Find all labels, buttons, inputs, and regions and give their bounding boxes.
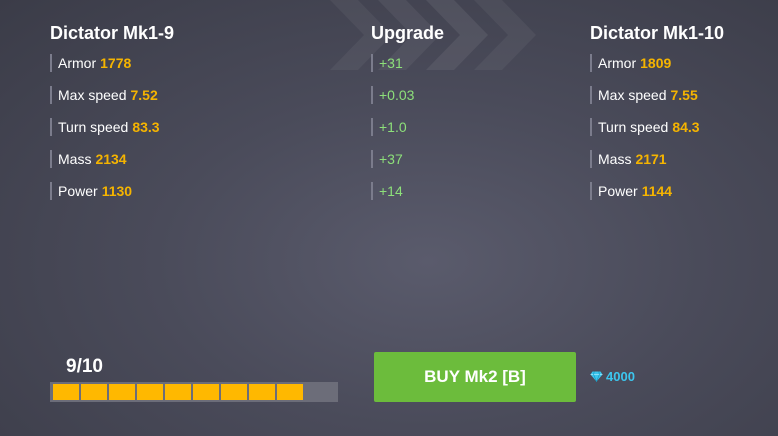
upgrade-column: Upgrade +31 +0.03 +1.0 +37 +14	[371, 22, 444, 214]
stat-value: 1778	[100, 55, 132, 71]
stat-value: 1809	[640, 55, 672, 71]
next-vehicle-title: Dictator Mk1-10	[590, 23, 725, 43]
next-stat-turn-speed: Turn speed 84.3	[590, 118, 724, 136]
stat-label: Armor	[598, 55, 637, 71]
upgrade-row-max-speed: +0.03	[371, 86, 444, 104]
next-stat-power: Power 1144	[590, 182, 724, 200]
next-stat-max-speed: Max speed 7.55	[590, 86, 724, 104]
next-stats-column: Dictator Mk1-10 Armor 1809 Max speed 7.55 …	[590, 22, 724, 214]
current-stat-max-speed: Max speed 7.52	[50, 86, 174, 104]
diamond-icon	[590, 371, 603, 382]
upgrade-value: +1.0	[379, 119, 407, 135]
progress-segment-filled	[193, 384, 219, 400]
upgrade-value: +14	[379, 183, 403, 199]
stat-value: 2171	[635, 151, 667, 167]
progress-segment-filled	[165, 384, 191, 400]
upgrade-row-armor: +31	[371, 54, 444, 72]
stat-label: Turn speed	[58, 119, 129, 135]
stat-label: Max speed	[598, 87, 667, 103]
stat-label: Power	[598, 183, 638, 199]
stat-label: Power	[58, 183, 98, 199]
stat-label: Max speed	[58, 87, 127, 103]
buy-mk2-button[interactable]: BUY Mk2 [B]	[374, 352, 576, 402]
stat-value: 1130	[101, 183, 133, 199]
progress-segment-filled	[137, 384, 163, 400]
upgrade-value: +0.03	[379, 87, 415, 103]
upgrade-title: Upgrade	[371, 23, 445, 43]
progress-segment-empty	[305, 384, 331, 400]
next-stat-armor: Armor 1809	[590, 54, 724, 72]
stat-label: Mass	[58, 151, 92, 167]
stat-value: 1144	[641, 183, 673, 199]
current-stat-turn-speed: Turn speed 83.3	[50, 118, 174, 136]
upgrade-row-mass: +37	[371, 150, 444, 168]
stat-label: Mass	[598, 151, 632, 167]
upgrade-progress-bar	[50, 382, 338, 402]
current-stats-column: Dictator Mk1-9 Armor 1778 Max speed 7.52 T…	[50, 22, 174, 214]
progress-segment-filled	[221, 384, 247, 400]
upgrade-value: +37	[379, 151, 403, 167]
stat-value: 7.55	[670, 87, 698, 103]
current-stat-armor: Armor 1778	[50, 54, 174, 72]
stat-value: 84.3	[672, 119, 700, 135]
progress-segment-filled	[53, 384, 79, 400]
stat-value: 2134	[95, 151, 127, 167]
progress-segment-filled	[81, 384, 107, 400]
price-display: 4000	[590, 369, 635, 384]
stat-value: 83.3	[132, 119, 160, 135]
progress-segment-filled	[249, 384, 275, 400]
current-stat-power: Power 1130	[50, 182, 174, 200]
progress-segment-filled	[277, 384, 303, 400]
next-stat-mass: Mass 2171	[590, 150, 724, 168]
progress-segment-filled	[109, 384, 135, 400]
stat-label: Turn speed	[598, 119, 669, 135]
stat-label: Armor	[58, 55, 97, 71]
stat-value: 7.52	[130, 87, 158, 103]
upgrade-row-power: +14	[371, 182, 444, 200]
upgrade-row-turn-speed: +1.0	[371, 118, 444, 136]
current-stat-mass: Mass 2134	[50, 150, 174, 168]
upgrade-progress-label: 9/10	[66, 356, 103, 377]
current-vehicle-title: Dictator Mk1-9	[50, 23, 175, 43]
price-value: 4000	[606, 369, 635, 384]
upgrade-value: +31	[379, 55, 403, 71]
